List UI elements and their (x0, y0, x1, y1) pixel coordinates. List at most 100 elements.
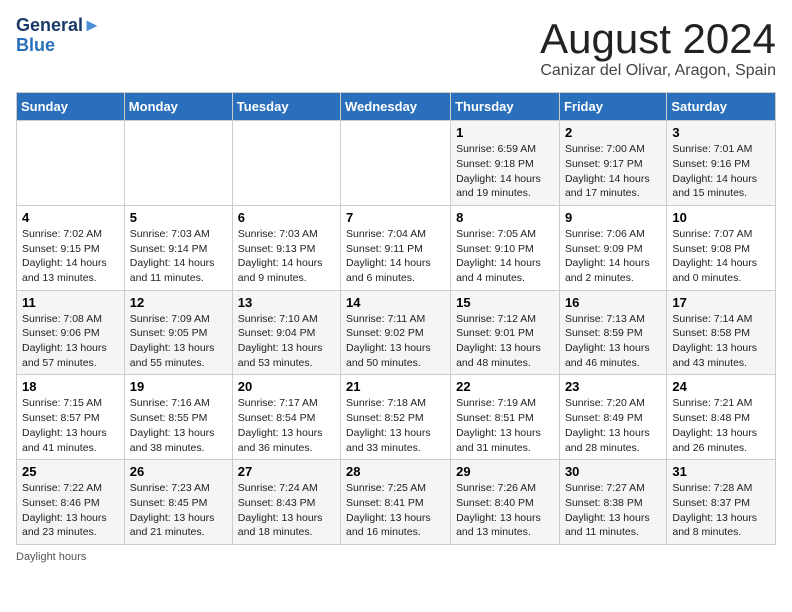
week-row-1: 1Sunrise: 6:59 AM Sunset: 9:18 PM Daylig… (17, 121, 776, 206)
day-cell: 20 Sunrise: 7:17 AM Sunset: 8:54 PM Dayli… (232, 375, 340, 460)
logo-line2: Blue (16, 36, 101, 56)
day-cell: 31 Sunrise: 7:28 AM Sunset: 8:37 PM Dayli… (667, 460, 776, 545)
day-info: Sunrise: 7:21 AM Sunset: 8:48 PM Dayligh… (672, 396, 770, 455)
day-number: 3 (672, 125, 770, 140)
day-info: Sunrise: 7:14 AM Sunset: 8:58 PM Dayligh… (672, 312, 770, 371)
day-info: Sunrise: 7:24 AM Sunset: 8:43 PM Dayligh… (238, 481, 335, 540)
day-number: 12 (130, 295, 227, 310)
day-number: 6 (238, 210, 335, 225)
day-cell: 27Sunrise: 7:24 AM Sunset: 8:43 PM Dayli… (232, 460, 340, 545)
day-cell: 28 Sunrise: 7:25 AM Sunset: 8:41 PM Dayli… (341, 460, 451, 545)
day-info: Sunrise: 7:17 AM Sunset: 8:54 PM Dayligh… (238, 396, 335, 455)
day-info: Sunrise: 7:13 AM Sunset: 8:59 PM Dayligh… (565, 312, 661, 371)
header-row: SundayMondayTuesdayWednesdayThursdayFrid… (17, 93, 776, 121)
day-cell: 25 Sunrise: 7:22 AM Sunset: 8:46 PM Dayli… (17, 460, 125, 545)
day-cell: 6 Sunrise: 7:03 AM Sunset: 9:13 PM Daylig… (232, 205, 340, 290)
day-info: Sunrise: 7:28 AM Sunset: 8:37 PM Dayligh… (672, 481, 770, 540)
day-number: 13 (238, 295, 335, 310)
day-info: Sunrise: 7:03 AM Sunset: 9:14 PM Dayligh… (130, 227, 227, 286)
header-day-thursday: Thursday (451, 93, 560, 121)
day-number: 18 (22, 379, 119, 394)
week-row-2: 4Sunrise: 7:02 AM Sunset: 9:15 PM Daylig… (17, 205, 776, 290)
day-number: 16 (565, 295, 661, 310)
day-number: 9 (565, 210, 661, 225)
day-info: Sunrise: 7:06 AM Sunset: 9:09 PM Dayligh… (565, 227, 661, 286)
day-cell: 23Sunrise: 7:20 AM Sunset: 8:49 PM Dayli… (559, 375, 666, 460)
day-number: 2 (565, 125, 661, 140)
calendar-table: SundayMondayTuesdayWednesdayThursdayFrid… (16, 92, 776, 545)
day-cell: 9 Sunrise: 7:06 AM Sunset: 9:09 PM Daylig… (559, 205, 666, 290)
day-info: Sunrise: 7:18 AM Sunset: 8:52 PM Dayligh… (346, 396, 445, 455)
day-number: 8 (456, 210, 554, 225)
day-cell: 19Sunrise: 7:16 AM Sunset: 8:55 PM Dayli… (124, 375, 232, 460)
header-day-monday: Monday (124, 93, 232, 121)
day-number: 14 (346, 295, 445, 310)
header-day-wednesday: Wednesday (341, 93, 451, 121)
day-cell (17, 121, 125, 206)
week-row-4: 18 Sunrise: 7:15 AM Sunset: 8:57 PM Dayli… (17, 375, 776, 460)
logo-text: General► (16, 16, 101, 36)
day-info: Sunrise: 7:10 AM Sunset: 9:04 PM Dayligh… (238, 312, 335, 371)
day-number: 30 (565, 464, 661, 479)
day-number: 15 (456, 295, 554, 310)
day-number: 25 (22, 464, 119, 479)
day-cell: 1Sunrise: 6:59 AM Sunset: 9:18 PM Daylig… (451, 121, 560, 206)
day-number: 31 (672, 464, 770, 479)
day-number: 26 (130, 464, 227, 479)
day-info: Sunrise: 7:09 AM Sunset: 9:05 PM Dayligh… (130, 312, 227, 371)
day-cell: 18 Sunrise: 7:15 AM Sunset: 8:57 PM Dayli… (17, 375, 125, 460)
title-area: August 2024 Canizar del Olivar, Aragon, … (540, 16, 776, 80)
day-info: Sunrise: 7:12 AM Sunset: 9:01 PM Dayligh… (456, 312, 554, 371)
day-info: Sunrise: 7:26 AM Sunset: 8:40 PM Dayligh… (456, 481, 554, 540)
day-info: Sunrise: 7:15 AM Sunset: 8:57 PM Dayligh… (22, 396, 119, 455)
day-cell: 16 Sunrise: 7:13 AM Sunset: 8:59 PM Dayli… (559, 290, 666, 375)
day-info: Sunrise: 7:22 AM Sunset: 8:46 PM Dayligh… (22, 481, 119, 540)
day-number: 11 (22, 295, 119, 310)
day-info: Sunrise: 7:23 AM Sunset: 8:45 PM Dayligh… (130, 481, 227, 540)
day-info: Sunrise: 7:03 AM Sunset: 9:13 PM Dayligh… (238, 227, 335, 286)
day-cell: 10Sunrise: 7:07 AM Sunset: 9:08 PM Dayli… (667, 205, 776, 290)
day-cell: 13 Sunrise: 7:10 AM Sunset: 9:04 PM Dayli… (232, 290, 340, 375)
day-cell: 12 Sunrise: 7:09 AM Sunset: 9:05 PM Dayli… (124, 290, 232, 375)
day-number: 20 (238, 379, 335, 394)
day-info: Sunrise: 7:20 AM Sunset: 8:49 PM Dayligh… (565, 396, 661, 455)
week-row-5: 25 Sunrise: 7:22 AM Sunset: 8:46 PM Dayli… (17, 460, 776, 545)
day-number: 22 (456, 379, 554, 394)
day-cell: 17Sunrise: 7:14 AM Sunset: 8:58 PM Dayli… (667, 290, 776, 375)
day-cell: 2 Sunrise: 7:00 AM Sunset: 9:17 PM Daylig… (559, 121, 666, 206)
day-cell (341, 121, 451, 206)
header-day-tuesday: Tuesday (232, 93, 340, 121)
day-info: Sunrise: 7:01 AM Sunset: 9:16 PM Dayligh… (672, 142, 770, 201)
day-cell (232, 121, 340, 206)
day-number: 7 (346, 210, 445, 225)
day-cell: 21Sunrise: 7:18 AM Sunset: 8:52 PM Dayli… (341, 375, 451, 460)
day-cell: 5 Sunrise: 7:03 AM Sunset: 9:14 PM Daylig… (124, 205, 232, 290)
header: General► Blue August 2024 Canizar del Ol… (16, 16, 776, 80)
day-info: Sunrise: 7:11 AM Sunset: 9:02 PM Dayligh… (346, 312, 445, 371)
day-info: Sunrise: 7:19 AM Sunset: 8:51 PM Dayligh… (456, 396, 554, 455)
day-number: 28 (346, 464, 445, 479)
logo: General► Blue (16, 16, 101, 56)
daylight-note: Daylight hours (16, 551, 776, 563)
day-info: Sunrise: 6:59 AM Sunset: 9:18 PM Dayligh… (456, 142, 554, 201)
day-number: 5 (130, 210, 227, 225)
calendar-body: 1Sunrise: 6:59 AM Sunset: 9:18 PM Daylig… (17, 121, 776, 545)
day-number: 24 (672, 379, 770, 394)
week-row-3: 11 Sunrise: 7:08 AM Sunset: 9:06 PM Dayli… (17, 290, 776, 375)
day-cell: 29 Sunrise: 7:26 AM Sunset: 8:40 PM Dayli… (451, 460, 560, 545)
day-cell: 26 Sunrise: 7:23 AM Sunset: 8:45 PM Dayli… (124, 460, 232, 545)
day-info: Sunrise: 7:00 AM Sunset: 9:17 PM Dayligh… (565, 142, 661, 201)
header-day-saturday: Saturday (667, 93, 776, 121)
day-info: Sunrise: 7:05 AM Sunset: 9:10 PM Dayligh… (456, 227, 554, 286)
header-day-friday: Friday (559, 93, 666, 121)
day-cell: 15 Sunrise: 7:12 AM Sunset: 9:01 PM Dayli… (451, 290, 560, 375)
day-cell: 24 Sunrise: 7:21 AM Sunset: 8:48 PM Dayli… (667, 375, 776, 460)
day-info: Sunrise: 7:08 AM Sunset: 9:06 PM Dayligh… (22, 312, 119, 371)
day-info: Sunrise: 7:04 AM Sunset: 9:11 PM Dayligh… (346, 227, 445, 286)
day-info: Sunrise: 7:02 AM Sunset: 9:15 PM Dayligh… (22, 227, 119, 286)
day-cell: 3 Sunrise: 7:01 AM Sunset: 9:16 PM Daylig… (667, 121, 776, 206)
day-cell (124, 121, 232, 206)
day-cell: 30Sunrise: 7:27 AM Sunset: 8:38 PM Dayli… (559, 460, 666, 545)
day-number: 29 (456, 464, 554, 479)
day-info: Sunrise: 7:25 AM Sunset: 8:41 PM Dayligh… (346, 481, 445, 540)
